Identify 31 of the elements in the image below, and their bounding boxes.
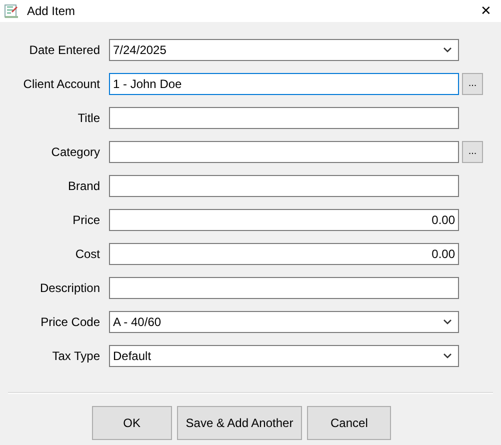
input-field[interactable]: 1 - John Doe bbox=[109, 73, 459, 95]
input-field[interactable]: 0.00 bbox=[109, 209, 459, 231]
field-label: Price Code bbox=[40, 314, 100, 331]
field-label: Description bbox=[38, 280, 100, 297]
chevron-down-icon bbox=[443, 353, 452, 359]
app-icon bbox=[4, 4, 19, 18]
dropdown[interactable]: Default bbox=[109, 345, 459, 367]
field-label: Cost bbox=[74, 246, 100, 263]
window-title: Add Item bbox=[27, 3, 76, 20]
dialog-button[interactable]: Save & Add Another bbox=[176, 406, 302, 440]
chevron-down-icon bbox=[443, 319, 452, 325]
field-label: Client Account bbox=[22, 76, 100, 93]
field-label: Category bbox=[50, 144, 100, 161]
input-field[interactable] bbox=[109, 141, 459, 163]
input-field[interactable] bbox=[109, 107, 459, 129]
input-field[interactable]: 0.00 bbox=[109, 243, 459, 265]
input-field[interactable] bbox=[109, 277, 459, 299]
field-label: Tax Type bbox=[51, 348, 100, 365]
field-label: Price bbox=[72, 212, 100, 229]
browse-button[interactable]: ... bbox=[462, 73, 483, 95]
close-button[interactable]: ✕ bbox=[471, 0, 501, 22]
dialog-button[interactable]: OK bbox=[92, 406, 172, 440]
dialog-button[interactable]: Cancel bbox=[307, 406, 392, 440]
dropdown[interactable]: A - 40/60 bbox=[109, 311, 459, 333]
chevron-down-icon bbox=[443, 47, 452, 53]
dropdown[interactable]: 7/24/2025 bbox=[109, 39, 459, 61]
field-label: Brand bbox=[66, 178, 100, 195]
field-label: Title bbox=[76, 110, 100, 127]
browse-button[interactable]: ... bbox=[462, 141, 483, 163]
field-label: Date Entered bbox=[28, 42, 100, 59]
input-field[interactable] bbox=[109, 175, 459, 197]
